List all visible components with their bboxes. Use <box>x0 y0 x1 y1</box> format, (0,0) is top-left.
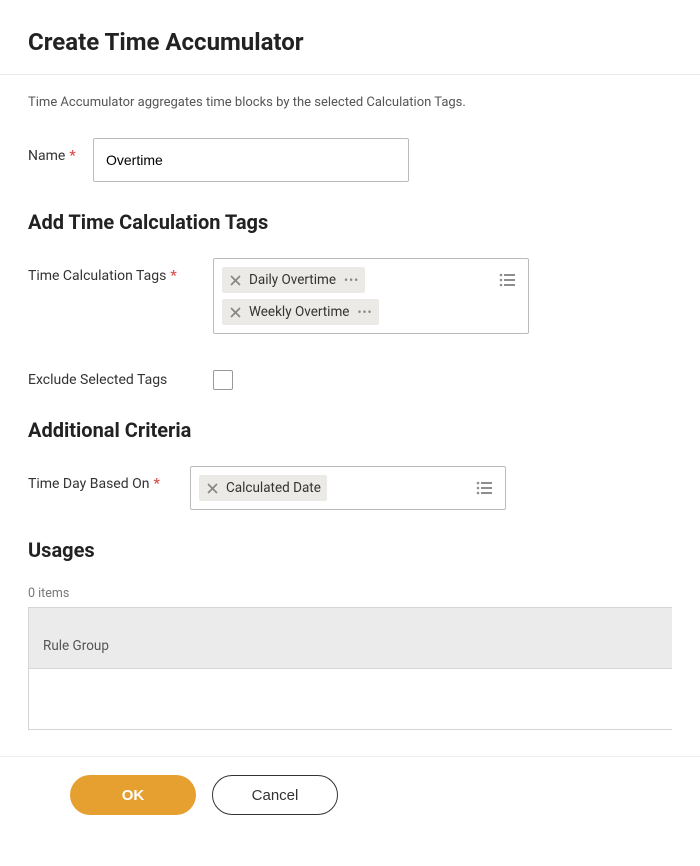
name-field-row: Name* <box>28 138 672 182</box>
tag-more-icon[interactable]: ••• <box>344 273 359 287</box>
tags-multiselect[interactable]: Daily Overtime ••• Weekly Overtime ••• <box>213 258 529 334</box>
time-based-label: Time Day Based On* <box>28 466 190 492</box>
time-based-multiselect[interactable]: Calculated Date <box>190 466 506 510</box>
cancel-button[interactable]: Cancel <box>212 775 338 815</box>
usages-table: Rule Group <box>28 607 672 730</box>
remove-tag-icon[interactable] <box>228 273 242 287</box>
tags-label: Time Calculation Tags* <box>28 258 213 284</box>
tag-more-icon[interactable]: ••• <box>357 305 372 319</box>
table-header: Rule Group <box>29 608 672 669</box>
additional-criteria-heading: Additional Criteria <box>28 418 672 442</box>
remove-tag-icon[interactable] <box>228 305 242 319</box>
tags-field-row: Time Calculation Tags* Daily Overtime ••… <box>28 258 672 334</box>
list-picker-icon[interactable] <box>475 479 493 497</box>
name-label: Name* <box>28 138 93 164</box>
remove-time-based-icon[interactable] <box>205 481 219 495</box>
usages-count: 0 items <box>28 586 672 601</box>
usages-heading: Usages <box>28 538 672 562</box>
tag-chip: Daily Overtime ••• <box>222 267 365 293</box>
tag-chip: Weekly Overtime ••• <box>222 299 379 325</box>
tag-chip-label: Daily Overtime <box>249 272 336 288</box>
exclude-checkbox[interactable] <box>213 370 233 390</box>
name-input[interactable] <box>93 138 409 182</box>
footer-actions: OK Cancel <box>0 757 700 833</box>
column-header: Rule Group <box>43 638 109 654</box>
exclude-label: Exclude Selected Tags <box>28 362 213 388</box>
time-based-chip-label: Calculated Date <box>226 480 321 496</box>
list-picker-icon[interactable] <box>498 271 516 289</box>
time-based-chip: Calculated Date <box>199 475 327 501</box>
time-based-field-row: Time Day Based On* Calculated Date <box>28 466 672 510</box>
add-tags-heading: Add Time Calculation Tags <box>28 210 672 234</box>
exclude-field-row: Exclude Selected Tags <box>28 362 672 390</box>
table-body-empty <box>29 669 672 729</box>
ok-button[interactable]: OK <box>70 775 196 815</box>
page-title: Create Time Accumulator <box>28 28 672 56</box>
tag-chip-label: Weekly Overtime <box>249 304 349 320</box>
page-description: Time Accumulator aggregates time blocks … <box>28 95 672 110</box>
